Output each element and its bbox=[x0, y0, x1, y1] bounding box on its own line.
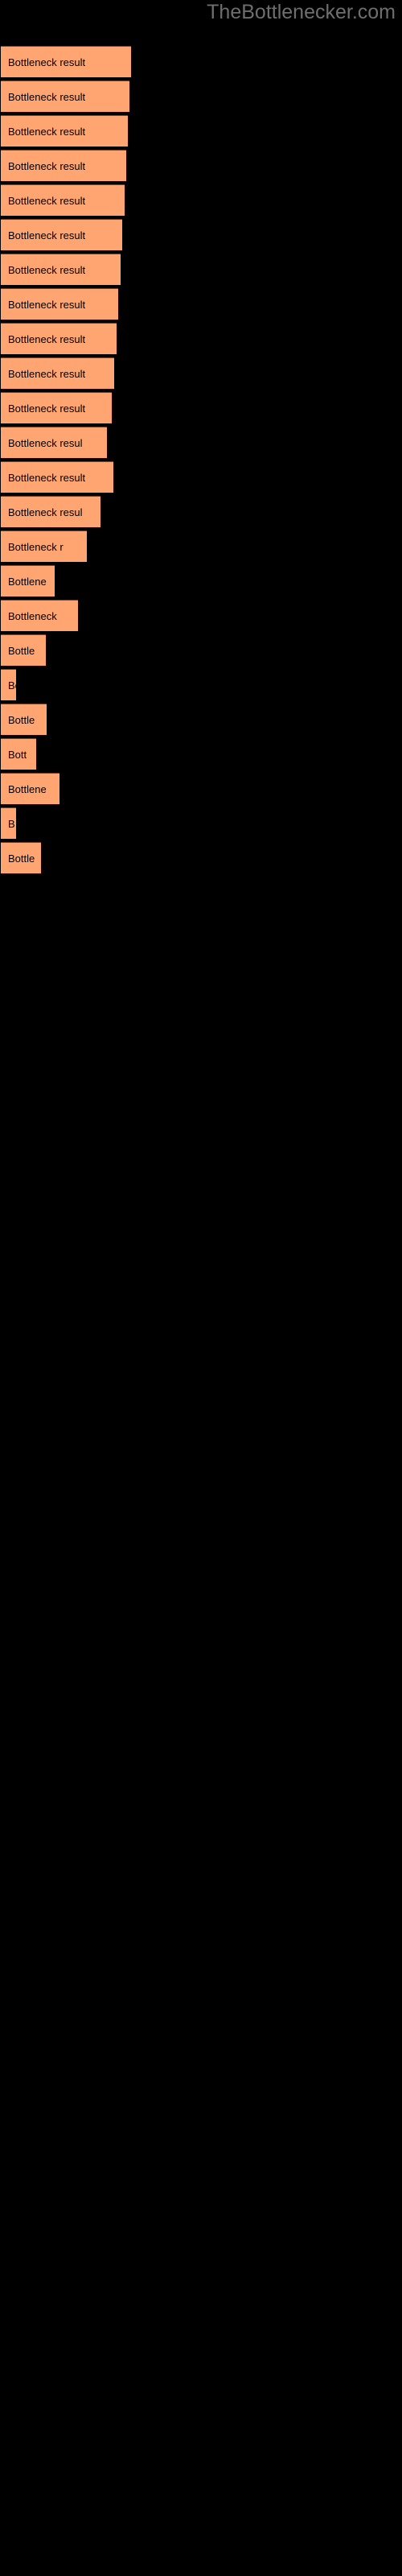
bar-bottleneck-result[interactable]: B bbox=[1, 807, 16, 839]
bar-bottleneck-result[interactable]: Bottleneck result bbox=[1, 219, 122, 250]
bar-bottleneck-result[interactable]: Bottleneck result bbox=[1, 115, 128, 147]
bar-label: Bottleneck result bbox=[8, 402, 86, 415]
bar-bottleneck-result[interactable]: Bottleneck r bbox=[1, 530, 87, 562]
bar-row: Bottle bbox=[0, 704, 402, 736]
bar-label: Bottleneck result bbox=[8, 299, 86, 311]
bar-bottleneck-result[interactable]: Bottleneck result bbox=[1, 288, 118, 320]
bar-row: Bottleneck result bbox=[0, 80, 402, 113]
bar-label: Bottlene bbox=[8, 783, 47, 795]
bar-row: Bottleneck result bbox=[0, 288, 402, 320]
bar-bottleneck-result[interactable]: Bo bbox=[1, 669, 16, 700]
bar-bottleneck-result[interactable]: Bottleneck resul bbox=[1, 427, 107, 458]
bar-row: Bottleneck result bbox=[0, 150, 402, 182]
bar-bottleneck-result[interactable]: Bottleneck resul bbox=[1, 496, 100, 527]
bar-label: Bottleneck r bbox=[8, 541, 64, 553]
bar-row: Bott bbox=[0, 738, 402, 770]
bar-row: Bottlene bbox=[0, 565, 402, 597]
bar-label: Bott bbox=[8, 749, 27, 761]
bar-label: Bottle bbox=[8, 714, 35, 726]
bar-label: Bottleneck result bbox=[8, 333, 86, 345]
bar-label: Bottleneck resul bbox=[8, 506, 83, 518]
bar-label: Bottleneck result bbox=[8, 195, 86, 207]
bar-row: Bottleneck bbox=[0, 600, 402, 632]
bar-label: Bottleneck resul bbox=[8, 437, 83, 449]
bar-label: B bbox=[8, 818, 15, 830]
bar-bottleneck-result[interactable]: Bottle bbox=[1, 634, 46, 666]
bar-bottleneck-result[interactable]: Bottlene bbox=[1, 773, 59, 804]
bar-bottleneck-result[interactable]: Bottleneck result bbox=[1, 323, 117, 354]
bar-label: Bottleneck result bbox=[8, 229, 86, 242]
bar-label: Bottleneck result bbox=[8, 472, 86, 484]
bar-row: Bottle bbox=[0, 842, 402, 874]
bar-label: Bottleneck bbox=[8, 610, 57, 622]
bar-row: Bottleneck result bbox=[0, 46, 402, 78]
bar-row: Bottleneck r bbox=[0, 530, 402, 563]
bar-row: Bottleneck result bbox=[0, 254, 402, 286]
bar-label: Bottle bbox=[8, 645, 35, 657]
bar-label: Bottleneck result bbox=[8, 160, 86, 172]
bar-bottleneck-result[interactable]: Bottleneck result bbox=[1, 357, 114, 389]
bar-label: Bottleneck result bbox=[8, 264, 86, 276]
bar-bottleneck-result[interactable]: Bottle bbox=[1, 704, 47, 735]
bar-row: Bottleneck result bbox=[0, 357, 402, 390]
bar-bottleneck-result[interactable]: Bottleneck result bbox=[1, 392, 112, 423]
bar-label: Bottleneck result bbox=[8, 56, 86, 68]
bar-bottleneck-result[interactable]: Bottleneck result bbox=[1, 150, 126, 181]
bar-bottleneck-result[interactable]: Bott bbox=[1, 738, 36, 770]
bar-row: Bottleneck result bbox=[0, 392, 402, 424]
bar-bottleneck-result[interactable]: Bottleneck result bbox=[1, 461, 113, 493]
bar-row: B bbox=[0, 807, 402, 840]
bar-label: Bo bbox=[8, 679, 16, 691]
bar-label: Bottlene bbox=[8, 576, 47, 588]
bar-row: Bottleneck result bbox=[0, 115, 402, 147]
bar-row: Bottleneck result bbox=[0, 184, 402, 217]
bar-bottleneck-result[interactable]: Bottleneck result bbox=[1, 254, 121, 285]
bar-row: Bottleneck resul bbox=[0, 427, 402, 459]
bar-row: Bottleneck resul bbox=[0, 496, 402, 528]
bar-bottleneck-result[interactable]: Bottlene bbox=[1, 565, 55, 597]
bar-bottleneck-result[interactable]: Bottleneck result bbox=[1, 80, 129, 112]
bar-row: Bottle bbox=[0, 634, 402, 667]
bar-bottleneck-result[interactable]: Bottle bbox=[1, 842, 41, 873]
bar-row: Bo bbox=[0, 669, 402, 701]
bar-row: Bottlene bbox=[0, 773, 402, 805]
bottleneck-bar-chart: Bottleneck result Bottleneck result Bottle… bbox=[0, 0, 402, 2576]
bar-label: Bottle bbox=[8, 852, 35, 865]
bar-bottleneck-result[interactable]: Bottleneck bbox=[1, 600, 78, 631]
bar-row: Bottleneck result bbox=[0, 461, 402, 493]
bar-bottleneck-result[interactable]: Bottleneck result bbox=[1, 184, 125, 216]
bar-bottleneck-result[interactable]: Bottleneck result bbox=[1, 46, 131, 77]
bar-label: Bottleneck result bbox=[8, 368, 86, 380]
bar-row: Bottleneck result bbox=[0, 323, 402, 355]
bar-label: Bottleneck result bbox=[8, 126, 86, 138]
bar-row: Bottleneck result bbox=[0, 219, 402, 251]
bar-label: Bottleneck result bbox=[8, 91, 86, 103]
